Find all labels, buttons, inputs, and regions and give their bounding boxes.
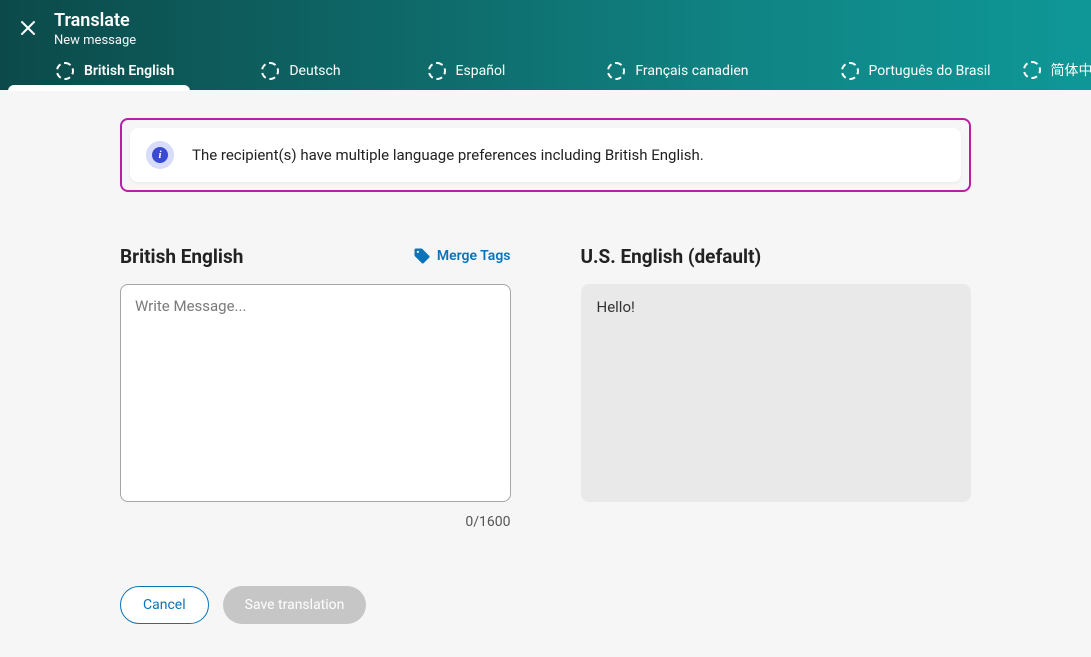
default-language-title: U.S. English (default) bbox=[581, 245, 762, 268]
cancel-button[interactable]: Cancel bbox=[120, 586, 209, 624]
tab-label: Français canadien bbox=[635, 63, 748, 79]
tab-francais-canadien[interactable]: Français canadien bbox=[591, 52, 764, 90]
progress-circle-icon bbox=[607, 62, 625, 80]
progress-circle-icon bbox=[261, 62, 279, 80]
content-area: i The recipient(s) have multiple languag… bbox=[0, 90, 1091, 644]
active-tab-indicator bbox=[8, 85, 190, 91]
tab-espanol[interactable]: Español bbox=[412, 52, 522, 90]
info-highlight-box: i The recipient(s) have multiple languag… bbox=[120, 118, 971, 192]
default-message-content: Hello! bbox=[581, 284, 972, 502]
progress-circle-icon bbox=[841, 62, 859, 80]
tab-label: Deutsch bbox=[289, 63, 340, 79]
progress-circle-icon bbox=[56, 62, 74, 80]
language-tabs: British English Deutsch Español Français… bbox=[0, 50, 1091, 90]
translation-editor-panel: British English Merge Tags 0/1600 bbox=[120, 242, 511, 530]
merge-tags-label: Merge Tags bbox=[437, 248, 511, 264]
action-buttons: Cancel Save translation bbox=[120, 586, 971, 624]
default-language-panel: U.S. English (default) Hello! bbox=[581, 242, 972, 530]
progress-circle-icon bbox=[428, 62, 446, 80]
info-banner: i The recipient(s) have multiple languag… bbox=[130, 128, 961, 182]
page-subtitle: New message bbox=[54, 33, 136, 48]
tab-portugues-brasil[interactable]: Português do Brasil bbox=[825, 52, 1007, 90]
tab-label: British English bbox=[84, 63, 174, 79]
character-count: 0/1600 bbox=[120, 514, 511, 530]
tab-label: Español bbox=[456, 63, 506, 79]
header: Translate New message British English De… bbox=[0, 0, 1091, 90]
info-text: The recipient(s) have multiple language … bbox=[192, 146, 704, 164]
info-icon: i bbox=[146, 141, 174, 169]
close-icon bbox=[20, 20, 36, 36]
merge-tags-button[interactable]: Merge Tags bbox=[413, 247, 511, 265]
progress-circle-icon bbox=[1023, 61, 1041, 79]
tab-label: 简体中文 bbox=[1051, 60, 1091, 80]
tab-label: Português do Brasil bbox=[869, 63, 991, 79]
page-title: Translate bbox=[54, 10, 136, 31]
save-translation-button[interactable]: Save translation bbox=[223, 586, 367, 624]
editor-language-title: British English bbox=[120, 245, 243, 268]
tab-deutsch[interactable]: Deutsch bbox=[245, 52, 356, 90]
tab-chinese-simplified[interactable]: 简体中文 bbox=[1007, 50, 1091, 90]
tag-icon bbox=[413, 247, 431, 265]
translation-textarea[interactable] bbox=[120, 284, 511, 502]
close-button[interactable] bbox=[14, 14, 42, 42]
